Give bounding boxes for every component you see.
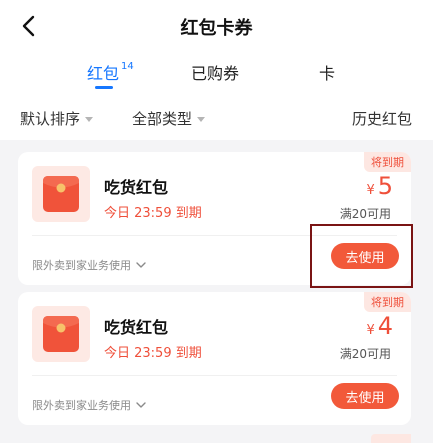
top-bar: 红包卡券	[0, 0, 433, 50]
tab-red-packets[interactable]: 红包 14	[87, 60, 134, 84]
sort-dropdown[interactable]: 默认排序	[20, 108, 94, 129]
coupon-scope[interactable]: 限外卖到家业务使用	[32, 397, 147, 413]
tab-label: 已购券	[191, 64, 240, 83]
red-packet-icon	[32, 306, 90, 362]
tab-bar: 红包 14 已购券 卡	[0, 50, 433, 96]
coupon-condition: 满20可用	[339, 347, 391, 361]
coupon-condition: 满20可用	[339, 207, 391, 221]
coupon-card[interactable]: 将到期 吃货红包 今日 23:59 到期 ¥ 4 满20可用 限外卖到家业务使用…	[18, 292, 411, 425]
coupon-name: 吃货红包	[104, 178, 169, 197]
scope-text: 限外卖到家业务使用	[32, 399, 131, 412]
history-label: 历史红包	[352, 110, 413, 128]
tab-cards[interactable]: 卡	[319, 60, 335, 84]
card-divider	[32, 235, 397, 236]
coupon-name: 吃货红包	[104, 318, 169, 337]
active-tab-indicator	[95, 86, 113, 89]
coupon-amount: 4	[377, 312, 393, 340]
chevron-down-icon	[136, 402, 146, 408]
caret-down-icon	[197, 117, 206, 122]
use-coupon-button[interactable]: 去使用	[331, 243, 399, 269]
caret-down-icon	[85, 117, 94, 122]
coupon-amount: 5	[377, 172, 393, 200]
tab-label: 红包	[87, 64, 120, 83]
coupon-expiry: 今日 23:59 到期	[104, 346, 202, 361]
tab-label: 卡	[319, 64, 336, 83]
use-coupon-button[interactable]: 去使用	[331, 383, 399, 409]
type-dropdown[interactable]: 全部类型	[132, 108, 206, 129]
tab-purchased-coupons[interactable]: 已购券	[191, 60, 239, 84]
type-label: 全部类型	[132, 110, 193, 128]
coupon-expiry: 今日 23:59 到期	[104, 206, 202, 221]
expiring-tag: 将到期	[364, 152, 411, 172]
coupon-card[interactable]: 将到期 吃货红包 今日 23:59 到期 ¥ 5 满20可用 限外卖到家业务使用…	[18, 152, 411, 285]
currency-symbol: ¥	[366, 323, 375, 338]
expiring-tag: 将到期	[364, 292, 411, 312]
next-card-tag-peek	[371, 434, 411, 443]
tab-count-badge: 14	[121, 60, 134, 72]
red-packet-icon	[32, 166, 90, 222]
coupon-price: ¥ 5	[366, 172, 393, 200]
filter-bar: 默认排序 全部类型 历史红包	[0, 96, 433, 140]
page-title: 红包卡券	[180, 18, 253, 39]
history-link[interactable]: 历史红包	[352, 108, 412, 129]
currency-symbol: ¥	[366, 183, 375, 198]
scope-text: 限外卖到家业务使用	[32, 259, 131, 272]
chevron-down-icon	[136, 262, 146, 268]
coupon-price: ¥ 4	[366, 312, 393, 340]
card-divider	[32, 375, 397, 376]
coupon-scope[interactable]: 限外卖到家业务使用	[32, 257, 147, 273]
sort-label: 默认排序	[20, 110, 81, 128]
